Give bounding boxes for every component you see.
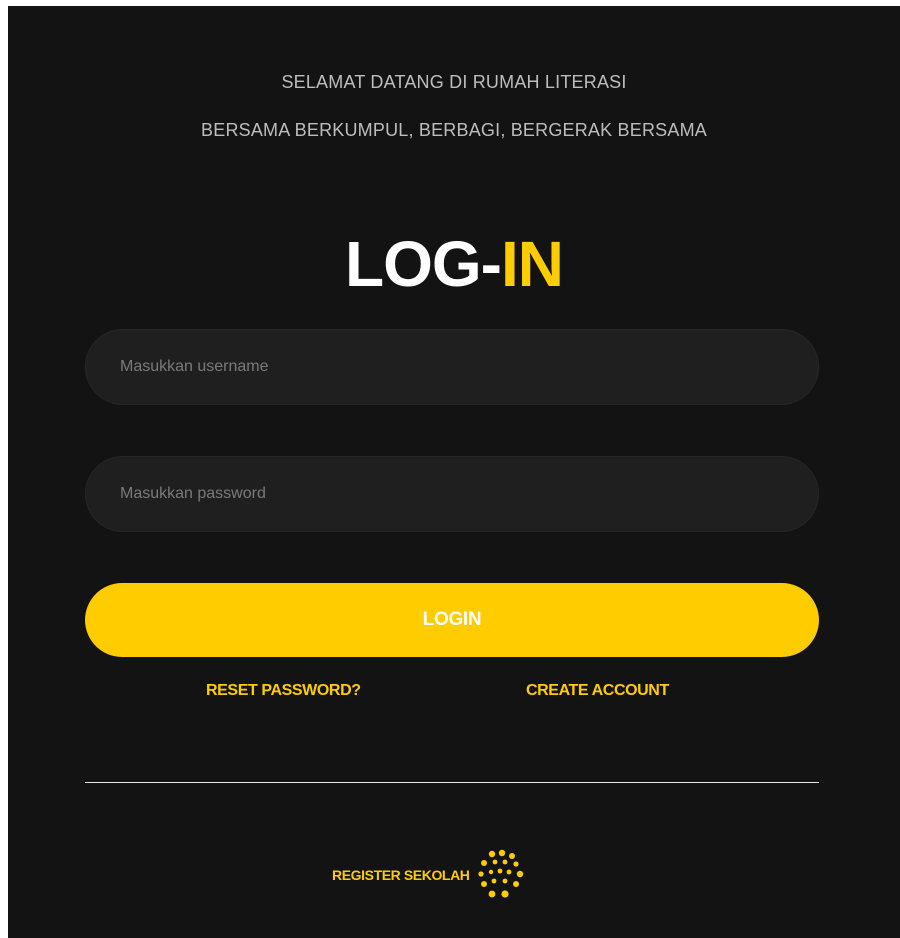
- password-field[interactable]: [85, 456, 819, 532]
- username-field[interactable]: [85, 329, 819, 405]
- title-part-in: IN: [500, 228, 564, 300]
- login-panel: SELAMAT DATANG DI RUMAH LITERASI BERSAMA…: [8, 6, 900, 938]
- welcome-heading: SELAMAT DATANG DI RUMAH LITERASI: [281, 72, 627, 92]
- register-school-label: REGISTER SEKOLAH: [332, 867, 470, 883]
- password-input[interactable]: [86, 457, 818, 531]
- title-part-log: LOG-: [345, 228, 502, 300]
- reset-password-link[interactable]: RESET PASSWORD?: [206, 682, 361, 700]
- register-school-link[interactable]: REGISTER SEKOLAH: [332, 848, 524, 902]
- dot-cluster-icon: [477, 849, 523, 898]
- page-title: LOG-IN: [8, 226, 900, 302]
- divider: [85, 782, 819, 783]
- login-button[interactable]: LOGIN: [85, 583, 819, 657]
- create-account-link[interactable]: CREATE ACCOUNT: [526, 682, 669, 700]
- username-input[interactable]: [86, 330, 818, 404]
- welcome-tagline: BERSAMA BERKUMPUL, BERBAGI, BERGERAK BER…: [201, 120, 707, 140]
